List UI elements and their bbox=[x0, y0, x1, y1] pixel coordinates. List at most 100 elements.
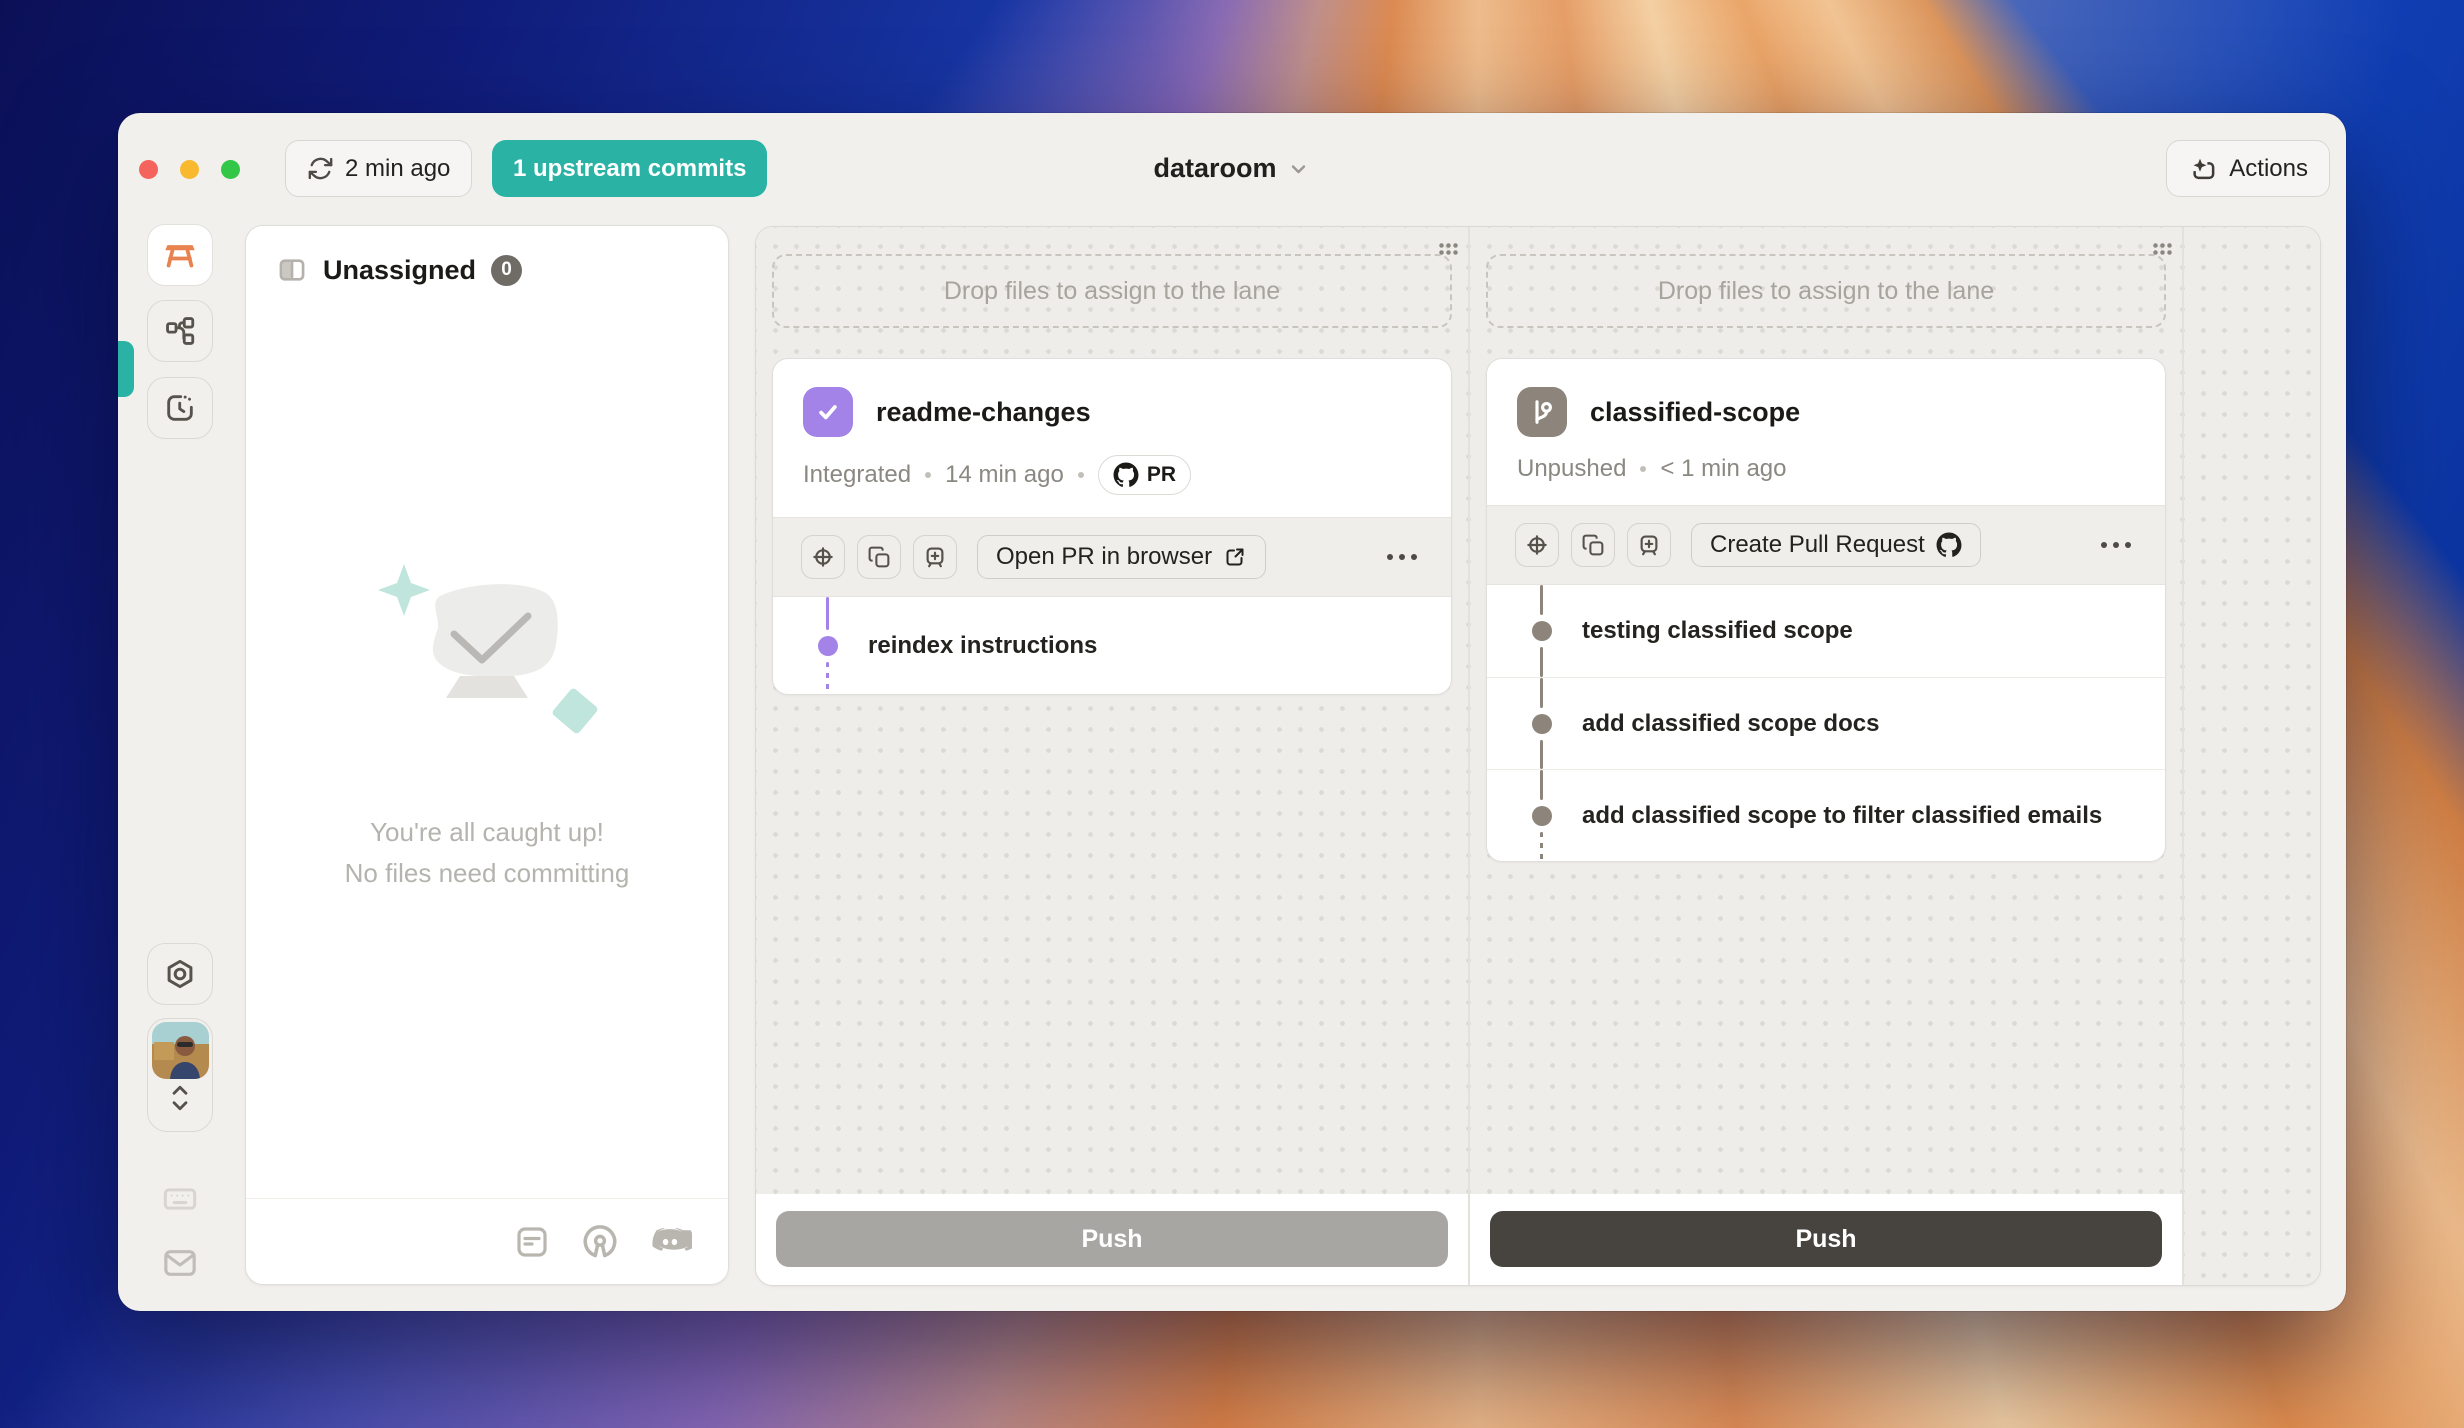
upstream-commits-label: 1 upstream commits bbox=[513, 155, 746, 183]
commit-dot-icon bbox=[1532, 714, 1552, 734]
actions-button[interactable]: Actions bbox=[2166, 140, 2330, 197]
create-pr-label: Create Pull Request bbox=[1710, 531, 1925, 559]
branch-status: Unpushed bbox=[1517, 455, 1626, 483]
sync-time-label: 2 min ago bbox=[345, 155, 450, 183]
sparkle-box-icon bbox=[2188, 154, 2218, 184]
empty-state: You're all caught up! No files need comm… bbox=[246, 556, 728, 894]
commit-dot-icon bbox=[818, 636, 838, 656]
branch-last-activity: 14 min ago bbox=[945, 461, 1064, 489]
commit-row[interactable]: testing classified scope bbox=[1487, 585, 2165, 677]
unassigned-title: Unassigned bbox=[323, 255, 476, 286]
commit-rail bbox=[1540, 770, 1543, 800]
lane-drag-handle-icon[interactable] bbox=[2152, 242, 2172, 255]
pr-badge-label: PR bbox=[1147, 463, 1176, 487]
caught-up-illustration bbox=[362, 556, 612, 766]
commit-dot-icon bbox=[1532, 806, 1552, 826]
empty-state-line2: No files need committing bbox=[345, 853, 630, 894]
commit-rail bbox=[1540, 585, 1543, 615]
lane-classified-scope: Drop files to assign to the lane bbox=[1470, 227, 2182, 1285]
unassigned-panel: Unassigned 0 You're all caught up! No fi… bbox=[245, 225, 729, 1285]
push-button[interactable]: Push bbox=[1490, 1211, 2162, 1267]
branch-name[interactable]: readme-changes bbox=[876, 397, 1091, 428]
focus-branch-button[interactable] bbox=[1515, 523, 1559, 567]
lane-footer: Push bbox=[1470, 1194, 2182, 1285]
create-pr-button[interactable]: Create Pull Request bbox=[1691, 523, 1981, 567]
active-tab-indicator[interactable] bbox=[118, 341, 134, 397]
branches-icon bbox=[163, 314, 197, 348]
drop-zone[interactable]: Drop files to assign to the lane bbox=[1486, 254, 2166, 328]
pr-badge[interactable]: PR bbox=[1098, 455, 1191, 495]
chevron-down-icon bbox=[1287, 157, 1311, 181]
commit-rail-dotted bbox=[1540, 832, 1543, 862]
open-pr-label: Open PR in browser bbox=[996, 543, 1212, 571]
history-clock-icon bbox=[163, 391, 197, 425]
drop-zone-hint: Drop files to assign to the lane bbox=[944, 277, 1280, 306]
push-button[interactable]: Push bbox=[776, 1211, 1448, 1267]
settings-button[interactable] bbox=[147, 943, 213, 1005]
minimize-window-button[interactable] bbox=[180, 160, 199, 179]
empty-lane-strip bbox=[2184, 227, 2320, 1285]
branch-name[interactable]: classified-scope bbox=[1590, 397, 1800, 428]
workbench-icon bbox=[162, 237, 198, 273]
workspace-lanes: Drop files to assign to the lane readme-… bbox=[755, 226, 2321, 1286]
branch-card: classified-scope Unpushed < 1 min ago bbox=[1486, 358, 2166, 862]
lane-drag-handle-icon[interactable] bbox=[1438, 242, 1458, 255]
commit-row[interactable]: add classified scope docs bbox=[1487, 677, 2165, 769]
open-source-icon[interactable] bbox=[579, 1221, 621, 1263]
branch-last-activity: < 1 min ago bbox=[1660, 455, 1786, 483]
app-window: 2 min ago 1 upstream commits dataroom Ac… bbox=[118, 113, 2346, 1311]
drop-zone-hint: Drop files to assign to the lane bbox=[1658, 277, 1994, 306]
commit-rail-dotted bbox=[826, 662, 829, 695]
drop-zone[interactable]: Drop files to assign to the lane bbox=[772, 254, 1452, 328]
unassigned-count-badge: 0 bbox=[491, 255, 522, 286]
account-switcher[interactable] bbox=[147, 1018, 213, 1132]
focus-branch-button[interactable] bbox=[801, 535, 845, 579]
actions-label: Actions bbox=[2229, 155, 2308, 183]
open-pr-button[interactable]: Open PR in browser bbox=[977, 535, 1266, 579]
commit-row[interactable]: add classified scope to filter classifie… bbox=[1487, 769, 2165, 861]
copy-branch-button[interactable] bbox=[857, 535, 901, 579]
new-dependent-branch-button[interactable] bbox=[1627, 523, 1671, 567]
empty-state-line1: You're all caught up! bbox=[345, 812, 630, 853]
overflow-menu-button[interactable] bbox=[2095, 536, 2137, 554]
commit-rail bbox=[1540, 647, 1543, 677]
lane-footer: Push bbox=[756, 1194, 1468, 1285]
commit-row[interactable]: reindex instructions bbox=[773, 597, 1451, 694]
desktop: 2 min ago 1 upstream commits dataroom Ac… bbox=[0, 0, 2464, 1428]
zoom-window-button[interactable] bbox=[221, 160, 240, 179]
commit-message: add classified scope to filter classifie… bbox=[1487, 802, 2102, 830]
separator-dot bbox=[925, 472, 931, 478]
new-dependent-branch-button[interactable] bbox=[913, 535, 957, 579]
gear-icon bbox=[163, 957, 197, 991]
feedback-note-icon[interactable] bbox=[512, 1222, 552, 1262]
branch-icon bbox=[1517, 387, 1567, 437]
mail-icon[interactable] bbox=[160, 1243, 200, 1283]
project-switcher[interactable]: dataroom bbox=[1153, 140, 1310, 197]
sidebar-item-workspace[interactable] bbox=[147, 224, 213, 286]
github-icon bbox=[1936, 532, 1962, 558]
sync-icon bbox=[307, 155, 334, 182]
commit-rail bbox=[1540, 678, 1543, 708]
commit-rail bbox=[1540, 740, 1543, 770]
sidebar-item-history[interactable] bbox=[147, 377, 213, 439]
separator-dot bbox=[1078, 472, 1084, 478]
project-name: dataroom bbox=[1153, 153, 1276, 184]
branch-integrated-check-icon bbox=[803, 387, 853, 437]
sync-status-button[interactable]: 2 min ago bbox=[285, 140, 472, 197]
github-icon bbox=[1113, 462, 1139, 488]
keyboard-shortcuts-icon[interactable] bbox=[160, 1179, 200, 1219]
copy-branch-button[interactable] bbox=[1571, 523, 1615, 567]
overflow-menu-button[interactable] bbox=[1381, 548, 1423, 566]
panel-footer bbox=[246, 1198, 728, 1284]
split-panel-icon bbox=[276, 254, 308, 286]
upstream-commits-button[interactable]: 1 upstream commits bbox=[492, 140, 767, 197]
external-link-icon bbox=[1223, 545, 1247, 569]
separator-dot bbox=[1640, 466, 1646, 472]
sidebar-item-branches[interactable] bbox=[147, 300, 213, 362]
branch-status: Integrated bbox=[803, 461, 911, 489]
branch-toolbar: Create Pull Request bbox=[1487, 505, 2165, 585]
branch-card: readme-changes Integrated 14 min ago bbox=[772, 358, 1452, 695]
close-window-button[interactable] bbox=[139, 160, 158, 179]
discord-icon[interactable] bbox=[648, 1220, 692, 1264]
chevron-up-down-icon bbox=[167, 1083, 193, 1113]
